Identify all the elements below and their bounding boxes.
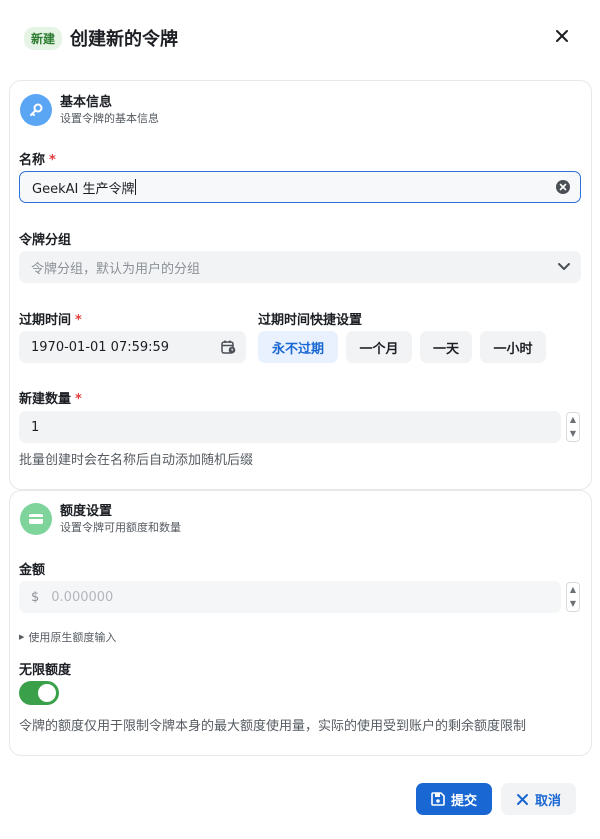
close-button[interactable] [550,24,574,48]
quick-expire-day-button[interactable]: 一天 [420,331,472,363]
close-icon [556,30,568,42]
key-icon [20,94,52,126]
text-caret [135,179,137,195]
switch-knob [38,684,56,702]
clear-icon[interactable] [556,180,570,198]
basic-info-header: 基本信息 设置令牌的基本信息 [20,94,159,126]
expire-datetime-value: 1970-01-01 07:59:59 [31,339,170,355]
amount-stepper[interactable]: ▲ ▼ [566,582,580,612]
calendar-clock-icon[interactable] [221,340,236,358]
count-stepper[interactable]: ▲ ▼ [566,412,580,442]
name-label: 名称 * [19,153,56,168]
modal-title: 创建新的令牌 [70,29,179,50]
stepper-up-icon[interactable]: ▲ [570,416,576,424]
quick-expire-month-button[interactable]: 一个月 [346,331,412,363]
required-mark: * [75,313,82,328]
group-label: 令牌分组 [19,233,72,248]
amount-placeholder: 0.000000 [51,589,114,605]
cancel-button[interactable]: 取消 [501,783,576,815]
new-badge: 新建 [24,26,63,50]
quick-expire-label: 过期时间快捷设置 [258,313,363,328]
chevron-down-icon [557,261,571,277]
expire-datetime-input[interactable]: 1970-01-01 07:59:59 [19,331,246,363]
count-input[interactable]: 1 [19,411,561,443]
amount-input[interactable]: $ 0.000000 [19,581,561,613]
quota-title: 额度设置 [60,504,113,519]
basic-info-subtitle: 设置令牌的基本信息 [60,112,159,125]
name-input-value: GeekAI 生产令牌 [32,181,135,197]
quota-subtitle: 设置令牌可用额度和数量 [60,521,181,534]
save-icon [431,792,445,806]
unlimited-hint: 令牌的额度仅用于限制令牌本身的最大额度使用量，实际的使用受到账户的剩余额度限制 [19,719,527,734]
count-input-value: 1 [31,419,40,435]
dollar-prefix: $ [31,589,40,605]
quick-expire-hour-button[interactable]: 一小时 [480,331,546,363]
raw-quota-toggle-link[interactable]: ▶ 使用原生额度输入 [19,629,116,645]
unlimited-label: 无限额度 [19,663,72,678]
quick-expire-never-button[interactable]: 永不过期 [258,331,338,363]
stepper-up-icon[interactable]: ▲ [570,586,576,594]
required-mark: * [75,392,82,407]
amount-label: 金额 [19,563,46,578]
basic-info-title: 基本信息 [60,95,113,110]
stepper-down-icon[interactable]: ▼ [570,430,576,438]
required-mark: * [49,153,56,168]
credit-card-icon [20,503,52,535]
group-select[interactable]: 令牌分组，默认为用户的分组 [19,251,581,283]
expire-label: 过期时间 * [19,313,82,328]
submit-button[interactable]: 提交 [416,783,492,815]
caret-right-icon: ▶ [19,633,25,641]
count-label: 新建数量 * [19,392,82,407]
name-input[interactable]: GeekAI 生产令牌 [19,171,581,203]
modal-header: 新建 创建新的令牌 [0,0,600,76]
stepper-down-icon[interactable]: ▼ [570,600,576,608]
count-hint: 批量创建时会在名称后自动添加随机后缀 [19,453,254,468]
unlimited-switch[interactable] [19,681,59,705]
close-icon [516,793,528,805]
quota-header: 额度设置 设置令牌可用额度和数量 [20,503,181,535]
group-select-placeholder: 令牌分组，默认为用户的分组 [31,261,201,277]
